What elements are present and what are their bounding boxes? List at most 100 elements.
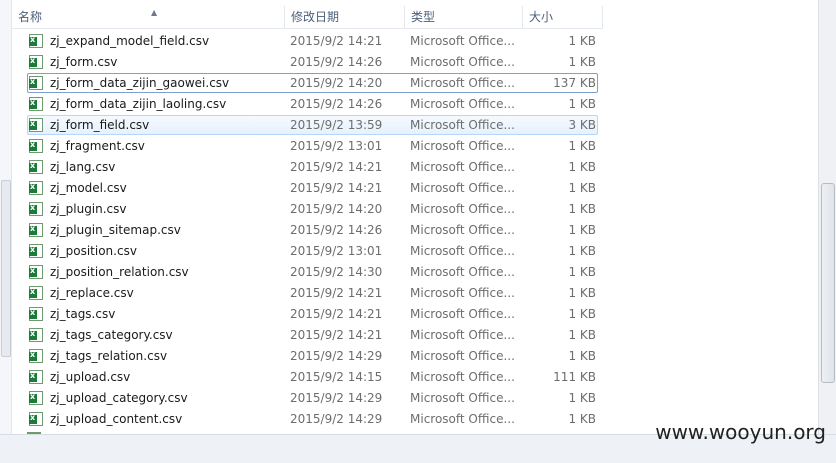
- table-row[interactable]: zj_position.csv 2015/9/2 13:01 Microsoft O…: [27, 241, 598, 261]
- file-name: zj_position_relation.csv: [50, 265, 189, 279]
- file-modified: 2015/9/2 13:59: [290, 118, 383, 132]
- file-modified: 2015/9/2 13:01: [290, 139, 383, 153]
- file-size: 1 KB: [568, 34, 596, 48]
- table-row[interactable]: zj_replace.csv 2015/9/2 14:21 Microsoft Of…: [27, 283, 598, 303]
- file-size: 1 KB: [568, 181, 596, 195]
- file-type: Microsoft Office...: [410, 265, 515, 279]
- column-header-type-label: 类型: [411, 10, 436, 24]
- file-type: Microsoft Office...: [410, 160, 515, 174]
- file-modified: 2015/9/2 14:29: [290, 349, 383, 363]
- column-header-name-label: 名称: [18, 10, 43, 24]
- file-size: 3 KB: [568, 118, 596, 132]
- table-row[interactable]: zj_upload_content.csv 2015/9/2 14:29 Micro…: [27, 409, 598, 429]
- file-modified: 2015/9/2 14:21: [290, 286, 383, 300]
- file-name: zj_replace.csv: [50, 286, 134, 300]
- column-header-size[interactable]: 大小: [523, 6, 603, 28]
- excel-csv-file-icon: [29, 328, 43, 342]
- file-modified: 2015/9/2 14:30: [290, 265, 383, 279]
- table-row[interactable]: zj_form_field.csv 2015/9/2 13:59 Microsoft…: [27, 115, 598, 135]
- file-type: Microsoft Office...: [410, 412, 515, 426]
- table-row[interactable]: zj_form.csv 2015/9/2 14:26 Microsoft Offic…: [27, 52, 598, 72]
- file-modified: 2015/9/2 14:29: [290, 412, 383, 426]
- file-size: 1 KB: [568, 139, 596, 153]
- file-modified: 2015/9/2 14:20: [290, 202, 383, 216]
- table-row[interactable]: zj_model.csv 2015/9/2 14:21 Microsoft Offi…: [27, 178, 598, 198]
- file-name: zj_upload_content.csv: [50, 412, 183, 426]
- excel-csv-file-icon: [29, 34, 43, 48]
- excel-csv-file-icon: [29, 139, 43, 153]
- file-name: zj_form_data_zijin_gaowei.csv: [50, 76, 230, 90]
- file-size: 1 KB: [568, 97, 596, 111]
- vertical-scrollbar[interactable]: [818, 0, 836, 434]
- file-name: zj_upload.csv: [50, 370, 131, 384]
- vertical-scrollbar-thumb[interactable]: [821, 183, 835, 383]
- file-modified: 2015/9/2 13:01: [290, 244, 383, 258]
- file-type: Microsoft Office...: [410, 244, 515, 258]
- table-row[interactable]: zj_tags.csv 2015/9/2 14:21 Microsoft Offic…: [27, 304, 598, 324]
- left-scrollbar-thumb[interactable]: [1, 180, 11, 357]
- excel-csv-file-icon: [29, 286, 43, 300]
- excel-csv-file-icon: [29, 265, 43, 279]
- excel-csv-file-icon: [29, 202, 43, 216]
- table-row[interactable]: zj_form_data_zijin_laoling.csv 2015/9/2 1…: [27, 94, 598, 114]
- file-name: zj_plugin_sitemap.csv: [50, 223, 181, 237]
- table-row[interactable]: zj_upload.csv 2015/9/2 14:15 Microsoft Off…: [27, 367, 598, 387]
- file-size: 1 KB: [568, 307, 596, 321]
- watermark: www.wooyun.org: [655, 420, 826, 444]
- file-size: 1 KB: [568, 286, 596, 300]
- excel-csv-file-icon: [29, 97, 43, 111]
- table-row[interactable]: zj_position_relation.csv 2015/9/2 14:30 Mi…: [27, 262, 598, 282]
- column-header-type[interactable]: 类型: [405, 6, 523, 28]
- file-modified: 2015/9/2 14:26: [290, 97, 383, 111]
- file-name: zj_fragment.csv: [50, 139, 145, 153]
- file-name: zj_form_field.csv: [50, 118, 150, 132]
- file-size: 1 KB: [568, 160, 596, 174]
- table-row[interactable]: zj_tags_category.csv 2015/9/2 14:21 Micros…: [27, 325, 598, 345]
- column-header-bar: 名称 ▲ 修改日期 类型 大小: [12, 6, 603, 30]
- file-modified: 2015/9/2 14:21: [290, 34, 383, 48]
- column-header-size-label: 大小: [529, 10, 554, 24]
- file-type: Microsoft Office...: [410, 202, 515, 216]
- file-size: 1 KB: [568, 244, 596, 258]
- column-header-modified[interactable]: 修改日期: [285, 6, 405, 28]
- file-modified: 2015/9/2 14:26: [290, 55, 383, 69]
- table-row[interactable]: zj_lang.csv 2015/9/2 14:21 Microsoft Offic…: [27, 157, 598, 177]
- table-row[interactable]: zj_expand_model_field.csv 2015/9/2 14:21 M…: [27, 31, 598, 51]
- file-modified: 2015/9/2 14:21: [290, 307, 383, 321]
- file-type: Microsoft Office...: [410, 139, 515, 153]
- file-modified: 2015/9/2 14:21: [290, 160, 383, 174]
- file-name: zj_position.csv: [50, 244, 137, 258]
- table-row[interactable]: zj_plugin.csv 2015/9/2 14:20 Microsoft Off…: [27, 199, 598, 219]
- table-row[interactable]: zj_plugin_sitemap.csv 2015/9/2 14:26 Micro…: [27, 220, 598, 240]
- file-type: Microsoft Office...: [410, 97, 515, 111]
- excel-csv-file-icon: [29, 76, 43, 90]
- file-type: Microsoft Office...: [410, 286, 515, 300]
- file-type: Microsoft Office...: [410, 307, 515, 321]
- file-size: 137 KB: [553, 76, 596, 90]
- file-name: zj_upload_category.csv: [50, 391, 188, 405]
- sort-ascending-icon: ▲: [151, 8, 158, 17]
- file-name: zj_tags_category.csv: [50, 328, 173, 342]
- excel-csv-file-icon: [29, 307, 43, 321]
- excel-csv-file-icon: [29, 370, 43, 384]
- file-modified: 2015/9/2 14:21: [290, 181, 383, 195]
- excel-csv-file-icon: [29, 244, 43, 258]
- file-size: 1 KB: [568, 223, 596, 237]
- column-header-name[interactable]: 名称 ▲: [12, 6, 285, 28]
- file-name: zj_lang.csv: [50, 160, 116, 174]
- table-row[interactable]: zj_fragment.csv 2015/9/2 13:01 Microsoft O…: [27, 136, 598, 156]
- file-name: zj_plugin.csv: [50, 202, 127, 216]
- table-row[interactable]: zj_form_data_zijin_gaowei.csv 2015/9/2 14…: [27, 73, 598, 93]
- file-type: Microsoft Office...: [410, 34, 515, 48]
- excel-csv-file-icon: [29, 391, 43, 405]
- file-modified: 2015/9/2 14:29: [290, 391, 383, 405]
- file-type: Microsoft Office...: [410, 76, 515, 90]
- table-row[interactable]: zj_upload_category.csv 2015/9/2 14:29 Micr…: [27, 388, 598, 408]
- file-type: Microsoft Office...: [410, 391, 515, 405]
- file-modified: 2015/9/2 14:15: [290, 370, 383, 384]
- file-size: 1 KB: [568, 391, 596, 405]
- table-row[interactable]: zj_tags_relation.csv 2015/9/2 14:29 Micros…: [27, 346, 598, 366]
- file-name: zj_form_data_zijin_laoling.csv: [50, 97, 227, 111]
- file-modified: 2015/9/2 14:20: [290, 76, 383, 90]
- file-size: 1 KB: [568, 265, 596, 279]
